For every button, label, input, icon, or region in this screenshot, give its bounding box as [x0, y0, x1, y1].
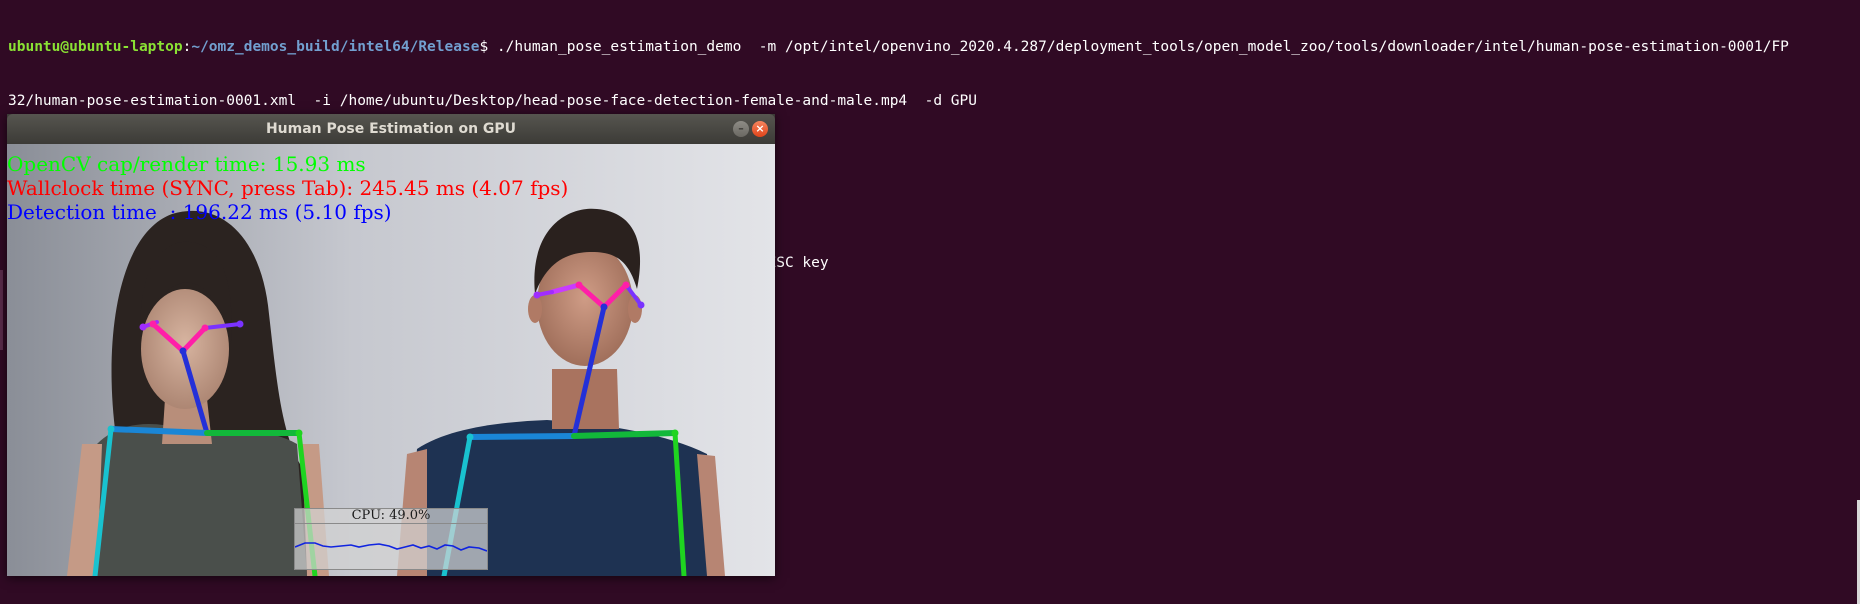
cpu-label: CPU: 49.0%: [295, 508, 487, 524]
window-title: Human Pose Estimation on GPU: [265, 121, 517, 137]
woman-top: [87, 424, 307, 576]
command-line: ubuntu@ubuntu-laptop:~/omz_demos_build/i…: [8, 38, 1848, 56]
close-icon[interactable]: ×: [752, 121, 768, 137]
side-handle: [0, 270, 3, 350]
window-titlebar[interactable]: Human Pose Estimation on GPU – ×: [7, 114, 775, 144]
command-continuation: 32/human-pose-estimation-0001.xml -i /ho…: [8, 93, 978, 109]
man-ear-left: [528, 295, 542, 323]
prompt-path: ~/omz_demos_build/intel64/Release: [191, 39, 480, 55]
cpu-monitor: CPU: 49.0%: [294, 508, 488, 570]
wallclock-time-overlay: Wallclock time (SYNC, press Tab): 245.45…: [7, 176, 569, 200]
minimize-icon[interactable]: –: [733, 121, 749, 137]
cpu-usage-line: [295, 542, 487, 552]
cpu-graph: [295, 542, 487, 552]
command-text: ./human_pose_estimation_demo -m /opt/int…: [488, 39, 1789, 55]
output-window[interactable]: Human Pose Estimation on GPU – × OpenCV …: [7, 114, 775, 576]
detection-time-overlay: Detection time : 196.22 ms (5.10 fps): [7, 200, 392, 224]
prompt-symbol: $: [479, 39, 489, 55]
video-frame[interactable]: OpenCV cap/render time: 15.93 ms Wallclo…: [7, 144, 775, 576]
prompt-user-host: ubuntu@ubuntu-laptop: [8, 39, 183, 55]
opencv-time-overlay: OpenCV cap/render time: 15.93 ms: [7, 152, 366, 176]
